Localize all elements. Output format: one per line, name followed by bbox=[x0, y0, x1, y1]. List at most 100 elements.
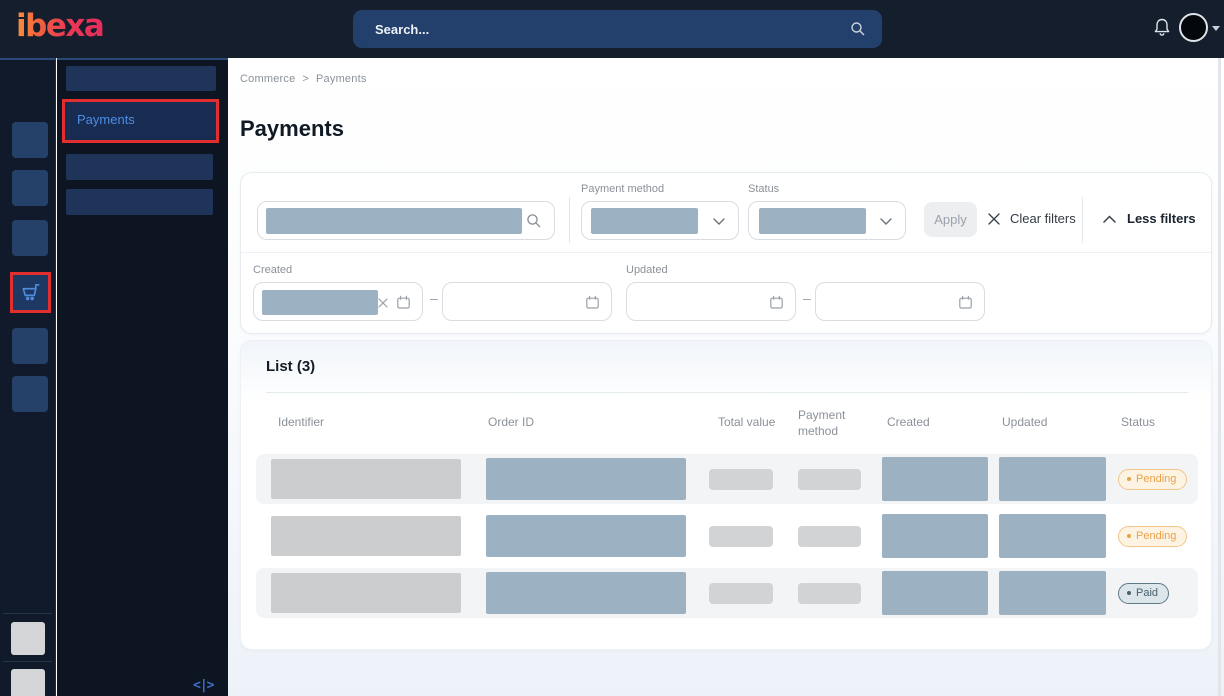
list-divider bbox=[266, 392, 1188, 393]
icon-rail bbox=[0, 58, 56, 696]
range-dash: – bbox=[803, 290, 811, 306]
calendar-icon[interactable] bbox=[769, 295, 784, 310]
avatar-caret-icon[interactable] bbox=[1212, 26, 1220, 31]
panel-resize-handle[interactable]: <|> bbox=[193, 678, 213, 693]
redacted-identifier-cell bbox=[271, 573, 461, 613]
payment-method-label: Payment method bbox=[581, 183, 664, 195]
filter-divider bbox=[569, 197, 570, 243]
redacted-total-value-cell bbox=[709, 469, 773, 490]
rail-bottom-item-2[interactable] bbox=[11, 669, 45, 696]
column-header-updated: Updated bbox=[1002, 415, 1047, 429]
created-to-input[interactable] bbox=[442, 282, 612, 321]
chevron-up-icon bbox=[1103, 215, 1116, 223]
redacted-payment-method-cell bbox=[798, 583, 861, 604]
cart-icon bbox=[19, 281, 42, 304]
calendar-icon[interactable] bbox=[585, 295, 600, 310]
calendar-icon[interactable] bbox=[958, 295, 973, 310]
search-icon bbox=[526, 213, 542, 229]
rail-bottom-item-1[interactable] bbox=[11, 622, 45, 655]
status-badge: Pending bbox=[1118, 526, 1187, 547]
redacted-order-id-cell bbox=[486, 458, 686, 500]
updated-label: Updated bbox=[626, 264, 668, 276]
global-search-input[interactable] bbox=[353, 10, 882, 48]
less-filters-button[interactable]: Less filters bbox=[1103, 211, 1196, 226]
menu-panel: Payments <|> bbox=[57, 58, 228, 696]
updated-from-input[interactable] bbox=[626, 282, 796, 321]
status-dot-icon bbox=[1127, 591, 1131, 595]
list-card: List (3) Identifier Order ID Total value… bbox=[240, 340, 1212, 650]
scrollbar[interactable] bbox=[1218, 58, 1221, 696]
redacted-updated-cell bbox=[999, 571, 1106, 615]
redacted-created-cell bbox=[882, 571, 988, 615]
rail-item-2[interactable] bbox=[12, 170, 48, 206]
redacted-status-value bbox=[759, 208, 866, 234]
clear-filters-button[interactable]: Clear filters bbox=[987, 211, 1076, 226]
table-row[interactable]: Pending bbox=[256, 454, 1198, 504]
redacted-payment-method-value bbox=[591, 208, 698, 234]
table-row[interactable]: Pending bbox=[256, 511, 1198, 561]
chevron-down-icon bbox=[880, 218, 892, 225]
breadcrumb-item-payments[interactable]: Payments bbox=[316, 73, 367, 85]
redacted-updated-cell bbox=[999, 514, 1106, 558]
redacted-identifier-cell bbox=[271, 516, 461, 556]
table-header-row: Identifier Order ID Total value Payment … bbox=[241, 403, 1211, 443]
redacted-order-id-cell bbox=[486, 515, 686, 557]
user-avatar[interactable] bbox=[1179, 13, 1208, 42]
search-icon bbox=[850, 21, 866, 37]
column-header-identifier: Identifier bbox=[278, 415, 324, 429]
rail-divider bbox=[3, 613, 52, 614]
filter-divider bbox=[1082, 197, 1083, 243]
global-search bbox=[353, 10, 882, 48]
column-header-created: Created bbox=[887, 415, 930, 429]
calendar-icon[interactable] bbox=[396, 295, 411, 310]
redacted-total-value-cell bbox=[709, 583, 773, 604]
status-badge: Pending bbox=[1118, 469, 1187, 490]
menu-item-placeholder-2[interactable] bbox=[66, 154, 213, 180]
rail-item-5[interactable] bbox=[12, 328, 48, 364]
rail-item-1[interactable] bbox=[12, 122, 48, 158]
range-dash: – bbox=[430, 290, 438, 306]
menu-item-placeholder-1[interactable] bbox=[66, 66, 216, 91]
table-row[interactable]: Paid bbox=[256, 568, 1198, 618]
list-title: List (3) bbox=[266, 358, 315, 375]
breadcrumb-item-commerce[interactable]: Commerce bbox=[240, 73, 295, 85]
redacted-created-cell bbox=[882, 514, 988, 558]
status-badge: Paid bbox=[1118, 583, 1169, 604]
column-header-total-value: Total value bbox=[718, 415, 775, 429]
rail-item-3[interactable] bbox=[12, 220, 48, 256]
page-title: Payments bbox=[240, 116, 344, 142]
updated-to-input[interactable] bbox=[815, 282, 985, 321]
rail-item-commerce-active[interactable] bbox=[10, 272, 51, 313]
redacted-payment-method-cell bbox=[798, 526, 861, 547]
status-dot-icon bbox=[1127, 477, 1131, 481]
filters-card: Payment method Status Apply Clear filter… bbox=[240, 172, 1212, 334]
clear-filters-label: Clear filters bbox=[1010, 211, 1076, 226]
breadcrumb: Commerce > Payments bbox=[240, 73, 367, 85]
notifications-bell-icon[interactable] bbox=[1152, 17, 1172, 39]
menu-item-placeholder-3[interactable] bbox=[66, 189, 213, 215]
status-select[interactable] bbox=[748, 201, 906, 240]
payment-method-select[interactable] bbox=[581, 201, 739, 240]
menu-item-payments-active[interactable]: Payments bbox=[62, 99, 219, 143]
redacted-created-from-value bbox=[262, 290, 378, 315]
filter-search-input[interactable] bbox=[257, 201, 555, 240]
filters-row-divider bbox=[241, 252, 1211, 253]
redacted-total-value-cell bbox=[709, 526, 773, 547]
redacted-updated-cell bbox=[999, 457, 1106, 501]
apply-button[interactable]: Apply bbox=[924, 202, 977, 237]
redacted-created-cell bbox=[882, 457, 988, 501]
breadcrumb-separator: > bbox=[302, 73, 309, 85]
ibexa-logo[interactable]: ibexa bbox=[16, 8, 103, 44]
created-from-input[interactable] bbox=[253, 282, 423, 321]
clear-date-icon[interactable] bbox=[378, 298, 388, 308]
less-filters-label: Less filters bbox=[1127, 211, 1196, 226]
status-badge-label: Pending bbox=[1136, 530, 1176, 542]
column-header-payment-method: Payment method bbox=[798, 407, 860, 439]
status-label: Status bbox=[748, 183, 779, 195]
column-header-status: Status bbox=[1121, 415, 1155, 429]
rail-item-6[interactable] bbox=[12, 376, 48, 412]
redacted-order-id-cell bbox=[486, 572, 686, 614]
status-badge-label: Pending bbox=[1136, 473, 1176, 485]
created-label: Created bbox=[253, 264, 292, 276]
column-header-order-id: Order ID bbox=[488, 415, 534, 429]
